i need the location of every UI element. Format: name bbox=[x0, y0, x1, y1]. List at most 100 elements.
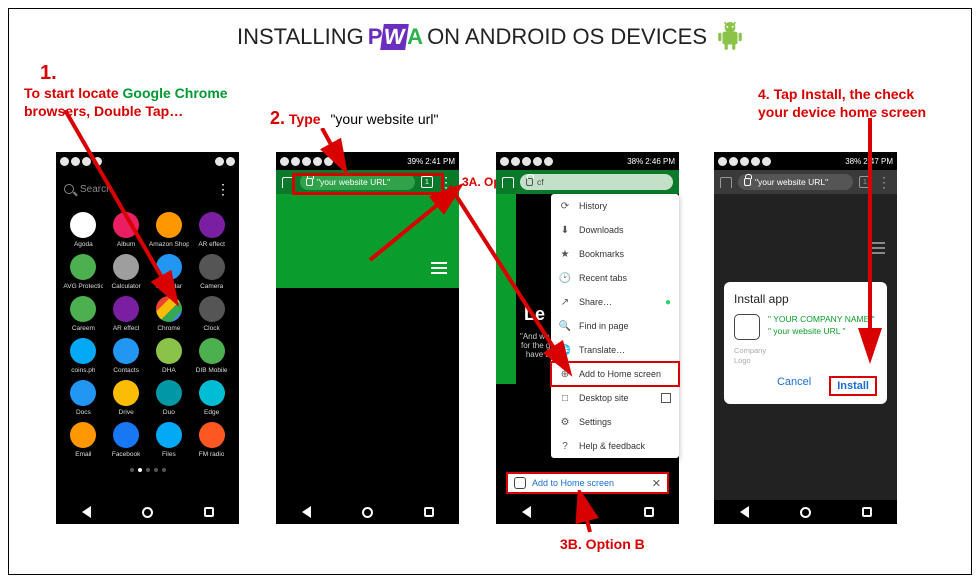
search-bar[interactable]: Search ⋮ bbox=[64, 176, 231, 202]
app-calculator[interactable]: Calculator bbox=[105, 254, 148, 290]
nav-bar bbox=[496, 500, 679, 524]
lock-icon bbox=[744, 178, 751, 186]
nav-home-icon[interactable] bbox=[582, 507, 593, 518]
menu-item-help-feedback[interactable]: ?Help & feedback bbox=[551, 434, 679, 458]
menu-item-add-to-home-screen[interactable]: ⊕Add to Home screen bbox=[551, 362, 679, 386]
nav-recent-icon[interactable] bbox=[862, 507, 872, 517]
status-bar: 38%2:47 PM bbox=[714, 152, 897, 170]
app-contacts[interactable]: Contacts bbox=[105, 338, 148, 374]
nav-recent-icon[interactable] bbox=[204, 507, 214, 517]
app-icon bbox=[113, 380, 139, 406]
app-careem[interactable]: Careem bbox=[62, 296, 105, 332]
app-label: Contacts bbox=[113, 367, 139, 374]
app-label: Edge bbox=[204, 409, 219, 416]
step1c: browsers, Double Tap… bbox=[24, 103, 183, 119]
app-chrome[interactable]: Chrome bbox=[148, 296, 191, 332]
more-icon[interactable]: ⋮ bbox=[216, 181, 231, 198]
whatsapp-icon: ● bbox=[665, 297, 671, 308]
title-post: ON ANDROID OS DEVICES bbox=[427, 24, 707, 50]
home-icon[interactable] bbox=[502, 177, 514, 188]
app-icon bbox=[199, 296, 225, 322]
install-dialog: Install app " YOUR COMPANY NAME " " your… bbox=[724, 282, 887, 404]
page-dots bbox=[56, 468, 239, 472]
nav-home-icon[interactable] bbox=[362, 507, 373, 518]
menu-item-bookmarks[interactable]: ★Bookmarks bbox=[551, 242, 679, 266]
app-icon bbox=[70, 422, 96, 448]
url-field[interactable]: cf bbox=[520, 174, 673, 190]
app-album[interactable]: Album bbox=[105, 212, 148, 248]
menu-icon: ↗ bbox=[559, 296, 571, 308]
battery: 39% bbox=[407, 157, 423, 166]
clock: 2:46 PM bbox=[645, 157, 675, 166]
nav-back-icon[interactable] bbox=[302, 506, 311, 518]
app-icon bbox=[199, 380, 225, 406]
app-email[interactable]: Email bbox=[62, 422, 105, 458]
app-icon bbox=[199, 422, 225, 448]
menu-label: Desktop site bbox=[579, 393, 629, 403]
nav-home-icon[interactable] bbox=[142, 507, 153, 518]
app-icon bbox=[70, 212, 96, 238]
step4b: your device home screen bbox=[758, 104, 926, 120]
app-edge[interactable]: Edge bbox=[190, 380, 233, 416]
app-label: Careem bbox=[72, 325, 95, 332]
app-drive[interactable]: Drive bbox=[105, 380, 148, 416]
nav-recent-icon[interactable] bbox=[424, 507, 434, 517]
phone-1: Search ⋮ AgodaAlbumAmazon ShoppingAR eff… bbox=[56, 152, 239, 524]
step4: 4. Tap Install, the check your device ho… bbox=[758, 85, 926, 121]
android-icon bbox=[717, 22, 743, 52]
menu-item-find-in-page[interactable]: 🔍Find in page bbox=[551, 314, 679, 338]
nav-home-icon[interactable] bbox=[800, 507, 811, 518]
app-docs[interactable]: Docs bbox=[62, 380, 105, 416]
step1a: To start locate bbox=[24, 85, 123, 101]
close-icon[interactable]: ✕ bbox=[652, 477, 661, 490]
app-ar-effect[interactable]: AR effect bbox=[190, 212, 233, 248]
app-dha[interactable]: DHA bbox=[148, 338, 191, 374]
app-duo[interactable]: Duo bbox=[148, 380, 191, 416]
app-coins-ph[interactable]: coins.ph bbox=[62, 338, 105, 374]
step2: 2. Type "your website url" bbox=[270, 107, 438, 130]
home-icon[interactable] bbox=[720, 177, 732, 188]
app-label: Drive bbox=[119, 409, 134, 416]
tab-count[interactable]: 1 bbox=[859, 176, 871, 188]
app-agoda[interactable]: Agoda bbox=[62, 212, 105, 248]
nav-recent-icon[interactable] bbox=[644, 507, 654, 517]
menu-item-settings[interactable]: ⚙Settings bbox=[551, 410, 679, 434]
app-icon bbox=[156, 338, 182, 364]
nav-bar bbox=[56, 500, 239, 524]
nav-back-icon[interactable] bbox=[522, 506, 531, 518]
cancel-button[interactable]: Cancel bbox=[777, 376, 811, 396]
hamburger-icon[interactable] bbox=[431, 262, 447, 274]
menu-item-share-[interactable]: ↗Share…● bbox=[551, 290, 679, 314]
app-facebook[interactable]: Facebook bbox=[105, 422, 148, 458]
chrome-bar: "your website URL" 1 ⋮ bbox=[714, 170, 897, 194]
app-amazon-shopping[interactable]: Amazon Shopping bbox=[148, 212, 191, 248]
app-clock[interactable]: Clock bbox=[190, 296, 233, 332]
menu-item-recent-tabs[interactable]: 🕑Recent tabs bbox=[551, 266, 679, 290]
app-camera[interactable]: Camera bbox=[190, 254, 233, 290]
app-label: Facebook bbox=[112, 451, 141, 458]
menu-item-translate-[interactable]: 🌐Translate… bbox=[551, 338, 679, 362]
app-icon bbox=[70, 338, 96, 364]
menu-item-desktop-site[interactable]: □Desktop site bbox=[551, 386, 679, 410]
install-button[interactable]: Install bbox=[829, 376, 877, 396]
app-ar-effect[interactable]: AR effect bbox=[105, 296, 148, 332]
menu-item-downloads[interactable]: ⬇Downloads bbox=[551, 218, 679, 242]
app-fm-radio[interactable]: FM radio bbox=[190, 422, 233, 458]
app-dib-mobile[interactable]: DIB Mobile bbox=[190, 338, 233, 374]
url-field[interactable]: "your website URL" bbox=[738, 174, 853, 190]
nav-back-icon[interactable] bbox=[740, 506, 749, 518]
checkbox[interactable] bbox=[661, 393, 671, 403]
app-icon bbox=[199, 254, 225, 280]
nav-back-icon[interactable] bbox=[82, 506, 91, 518]
phone-4: 38%2:47 PM "your website URL" 1 ⋮ Instal… bbox=[714, 152, 897, 524]
app-icon bbox=[156, 212, 182, 238]
app-label: Clock bbox=[203, 325, 219, 332]
highlight-url bbox=[292, 173, 444, 195]
app-avg-protection[interactable]: AVG Protection bbox=[62, 254, 105, 290]
menu-item-history[interactable]: ⟳History bbox=[551, 194, 679, 218]
menu-label: Bookmarks bbox=[579, 249, 624, 259]
app-files[interactable]: Files bbox=[148, 422, 191, 458]
app-calendar[interactable]: Calendar bbox=[148, 254, 191, 290]
menu-icon[interactable]: ⋮ bbox=[877, 174, 891, 191]
add-to-home-bar[interactable]: Add to Home screen ✕ bbox=[506, 472, 669, 494]
